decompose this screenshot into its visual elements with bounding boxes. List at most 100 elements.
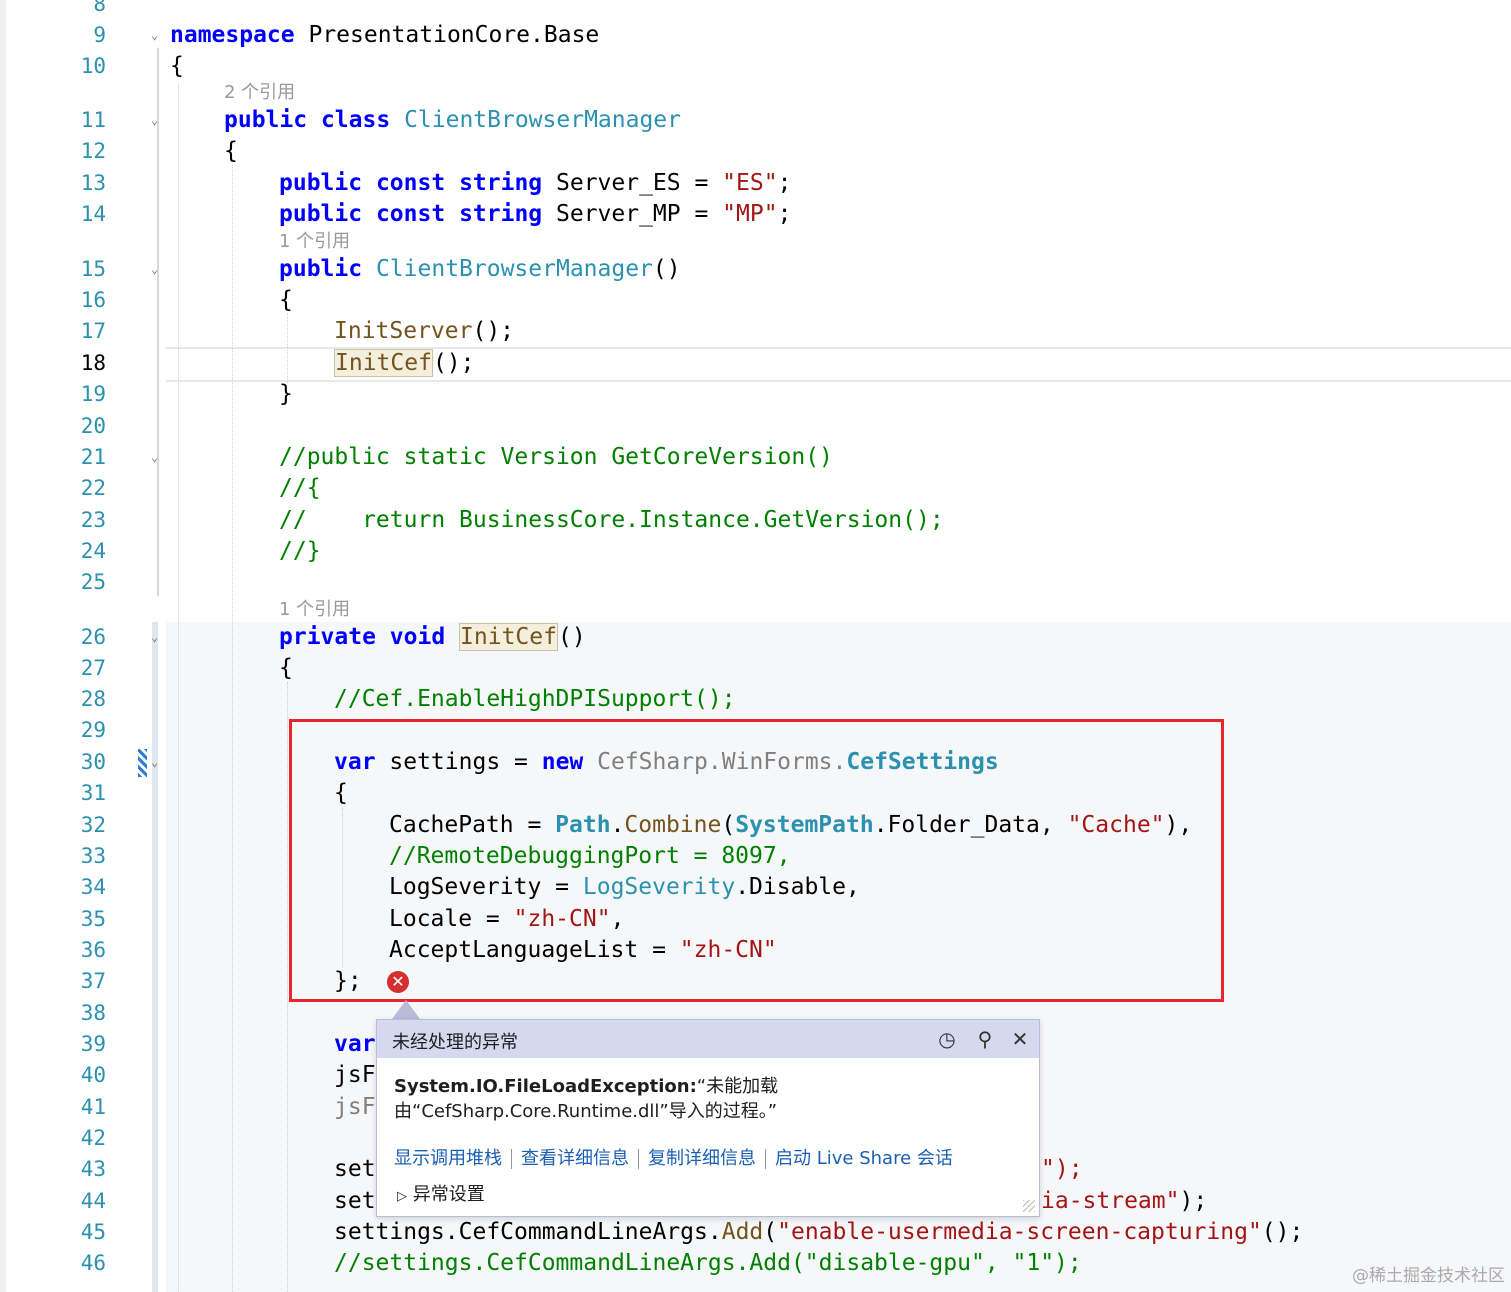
brace: { — [170, 53, 184, 79]
keyword: string — [459, 201, 543, 227]
line-number: 11 — [80, 108, 106, 132]
exception-message-text-1: “未能加载 — [696, 1076, 779, 1097]
exception-popup-title: 未经处理的异常 — [392, 1032, 518, 1053]
line-number: 43 — [80, 1157, 106, 1181]
method-name-highlighted: InitCef — [334, 349, 433, 377]
code-line-23[interactable]: // return BusinessCore.Instance.GetVersi… — [279, 505, 944, 536]
line-number: 34 — [80, 875, 106, 899]
line-number: 25 — [80, 570, 106, 594]
error-icon[interactable]: ✕ — [387, 971, 409, 993]
fold-toggle-chevron-icon[interactable]: ⌄ — [151, 622, 158, 653]
punct: () — [652, 256, 681, 282]
code-line-17[interactable]: InitServer(); — [334, 316, 514, 347]
line-number: 35 — [80, 907, 106, 931]
code-line-45[interactable]: settings.CefCommandLineArgs.Add("enable-… — [334, 1217, 1303, 1248]
brace: { — [224, 138, 238, 164]
keyword: public — [279, 201, 363, 227]
line-number: 21 — [80, 445, 106, 469]
codelens-references[interactable]: 1 个引用 — [279, 598, 350, 622]
code-line-43-tail[interactable]: "); — [1041, 1154, 1083, 1185]
keyword: public — [279, 170, 363, 196]
code-line-21[interactable]: //public static Version GetCoreVersion() — [279, 442, 833, 473]
line-number: 19 — [80, 382, 106, 406]
code-line-40[interactable]: jsF — [334, 1060, 376, 1091]
code-line-41[interactable]: jsF — [334, 1092, 376, 1123]
code-line-22[interactable]: //{ — [279, 473, 321, 504]
code-line-15[interactable]: public ClientBrowserManager() — [279, 254, 681, 285]
code-editor[interactable]: 8 9 10 11 12 13 14 15 16 17 18 19 20 21 … — [0, 0, 1511, 1292]
code-line-27[interactable]: { — [279, 653, 293, 684]
fold-toggle-chevron-icon[interactable]: ⌄ — [151, 254, 158, 285]
exception-settings-toggle[interactable]: ▷ 异常设置 — [397, 1180, 485, 1206]
line-number: 10 — [80, 54, 106, 78]
code-line-9[interactable]: namespace PresentationCore.Base — [170, 20, 599, 51]
line-number-current: 18 — [80, 351, 106, 375]
editor-left-strip — [0, 0, 6, 1292]
fold-toggle-chevron-icon[interactable]: ⌄ — [151, 747, 158, 778]
brace: { — [279, 287, 293, 313]
exception-popup[interactable]: 未经处理的异常 ◷ ⚲ ✕ System.IO.FileLoadExceptio… — [376, 1019, 1040, 1217]
string-literal: "ES" — [722, 170, 778, 196]
code-line-16[interactable]: { — [279, 285, 293, 316]
punct: ); — [1179, 1188, 1208, 1214]
exception-settings-label: 异常设置 — [412, 1184, 485, 1205]
close-icon[interactable]: ✕ — [1006, 1025, 1034, 1053]
code-line-43[interactable]: set — [334, 1154, 376, 1185]
line-number: 40 — [80, 1063, 106, 1087]
fold-toggle-chevron-icon[interactable]: ⌄ — [151, 105, 158, 136]
link-separator — [511, 1149, 512, 1169]
string-literal: ia-stream" — [1041, 1188, 1180, 1214]
punct: ( — [763, 1219, 778, 1245]
punct: (); — [1261, 1219, 1304, 1245]
history-icon[interactable]: ◷ — [933, 1025, 961, 1053]
line-number: 8 — [93, 0, 106, 16]
code-line-14[interactable]: public const string Server_MP = "MP"; — [279, 199, 791, 230]
code-line-44[interactable]: set — [334, 1186, 376, 1217]
code-line-28[interactable]: //Cef.EnableHighDPISupport(); — [334, 684, 736, 715]
type-name: ClientBrowserManager — [375, 256, 653, 282]
resize-grip-icon[interactable] — [1023, 1200, 1035, 1212]
fold-toggle-chevron-icon[interactable]: ⌄ — [151, 442, 158, 473]
code-line-13[interactable]: public const string Server_ES = "ES"; — [279, 168, 791, 199]
codelens-references[interactable]: 1 个引用 — [279, 230, 350, 254]
code-line-44-tail[interactable]: ia-stream"); — [1041, 1186, 1207, 1217]
punct: (); — [432, 350, 475, 376]
string-literal: "); — [1041, 1156, 1083, 1182]
code-line-10[interactable]: { — [170, 51, 184, 82]
show-call-stack-link[interactable]: 显示调用堆栈 — [394, 1148, 502, 1169]
indent-guide — [287, 313, 288, 383]
method-name-highlighted: InitCef — [459, 623, 558, 651]
keyword: const — [375, 201, 446, 227]
keyword: namespace — [170, 22, 295, 48]
indent-guide — [232, 165, 233, 1292]
line-number: 17 — [80, 319, 106, 343]
code-line-12[interactable]: { — [224, 136, 238, 167]
line-number: 28 — [80, 687, 106, 711]
code-line-24[interactable]: //} — [279, 536, 321, 567]
code-line-18[interactable]: InitCef(); — [334, 348, 474, 379]
line-number: 41 — [80, 1095, 106, 1119]
punct: () — [557, 624, 586, 650]
line-number: 15 — [80, 257, 106, 281]
keyword: public — [279, 256, 363, 282]
code-line-39[interactable]: var — [334, 1029, 376, 1060]
indent-guide — [287, 682, 288, 1292]
fold-toggle-chevron-icon[interactable]: ⌄ — [151, 20, 158, 51]
start-live-share-link[interactable]: 启动 Live Share 会话 — [775, 1148, 953, 1169]
code-line-11[interactable]: public class ClientBrowserManager — [224, 105, 681, 136]
code-line-26[interactable]: private void InitCef() — [279, 622, 586, 653]
exception-popup-header: 未经处理的异常 ◷ ⚲ ✕ — [377, 1020, 1039, 1058]
line-number: 39 — [80, 1032, 106, 1056]
copy-details-link[interactable]: 复制详细信息 — [648, 1148, 756, 1169]
code-line-19[interactable]: } — [279, 379, 293, 410]
expand-triangle-icon: ▷ — [397, 1189, 407, 1204]
code-line-46[interactable]: //settings.CefCommandLineArgs.Add("disab… — [334, 1248, 1082, 1279]
line-number: 46 — [80, 1251, 106, 1275]
line-number: 23 — [80, 508, 106, 532]
link-separator — [765, 1149, 766, 1169]
view-details-link[interactable]: 查看详细信息 — [521, 1148, 629, 1169]
keyword: string — [459, 170, 543, 196]
codelens-references[interactable]: 2 个引用 — [224, 81, 295, 105]
method-name: Add — [721, 1219, 764, 1245]
pin-icon[interactable]: ⚲ — [971, 1025, 999, 1053]
